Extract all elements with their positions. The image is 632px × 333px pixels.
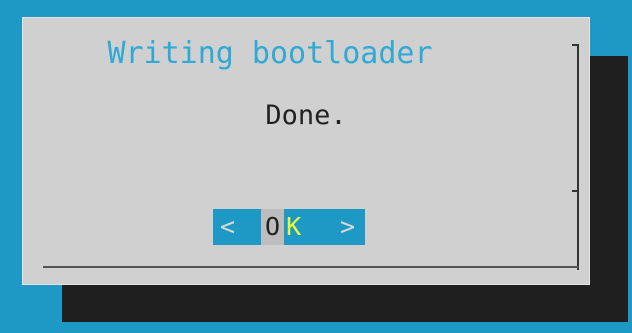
- bootloader-dialog: Writing bootloader Done. < O K >: [22, 17, 590, 285]
- ok-button-right-bracket: >: [339, 212, 355, 241]
- dialog-right-border-tick-top: [572, 44, 578, 46]
- dialog-bottom-border: [43, 266, 579, 268]
- ok-button[interactable]: < O K >: [213, 209, 365, 245]
- dialog-message: Done.: [265, 100, 347, 131]
- ok-button-left-bracket: <: [220, 212, 236, 241]
- ok-button-label-prefix: O: [261, 209, 285, 245]
- dialog-right-border: [577, 44, 579, 270]
- ok-button-hotkey: K: [286, 212, 302, 241]
- dialog-right-border-tick-middle: [572, 190, 578, 192]
- ok-button-label: O K: [261, 209, 301, 245]
- dialog-title: Writing bootloader: [107, 36, 433, 71]
